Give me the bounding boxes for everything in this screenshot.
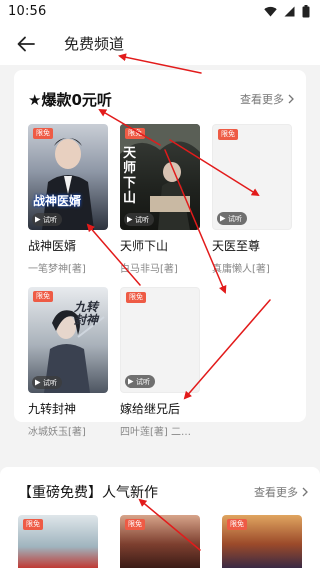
book-author: 真庸懒人[著]	[212, 264, 270, 275]
free-badge: 限免	[126, 292, 146, 303]
free-listen-section: ★爆款0元听 查看更多 限免 战神医婿 试听 战神医婿 一笔梦神[著] 限免 天…	[14, 70, 306, 438]
book-author: 白马非马[著]	[120, 264, 178, 275]
book-cover[interactable]: 限免	[18, 515, 98, 568]
book-cover[interactable]: 限免	[120, 515, 200, 568]
free-badge: 限免	[33, 291, 53, 302]
status-bar: 10:56	[0, 0, 320, 22]
play-icon	[127, 216, 133, 223]
listen-button[interactable]: 试听	[32, 376, 62, 389]
status-time: 10:56	[8, 3, 47, 19]
cover-title-text: 战神医婿	[33, 194, 82, 208]
cover-title-text: 天师下山	[123, 146, 137, 206]
book-item[interactable]: 限免 战神医婿 试听 战神医婿 一笔梦神[著]	[28, 124, 108, 275]
app-bar: 免费频道	[0, 22, 320, 65]
book-title: 天师下山	[120, 239, 169, 253]
page-title: 免费频道	[64, 35, 125, 53]
chevron-right-icon	[288, 94, 294, 104]
view-more-label: 查看更多	[254, 486, 298, 499]
cover-title-text: 九转封神	[74, 300, 99, 327]
view-more-label: 查看更多	[240, 93, 284, 106]
free-badge: 限免	[125, 128, 145, 139]
wifi-icon	[264, 6, 277, 17]
book-title: 九转封神	[28, 402, 77, 416]
popular-new-section: 【重磅免费】人气新作 查看更多 限免 限免 限免	[0, 467, 320, 568]
chevron-right-icon	[302, 487, 308, 497]
section-title: 【重磅免费】人气新作	[18, 485, 158, 501]
book-cover[interactable]: 限免 试听	[212, 124, 292, 230]
back-arrow-icon[interactable]	[14, 32, 38, 56]
book-cover[interactable]: 限免 天师下山 试听	[120, 124, 200, 230]
play-icon	[35, 216, 41, 223]
free-badge: 限免	[125, 519, 145, 530]
book-title: 天医至尊	[212, 239, 261, 253]
book-cover[interactable]: 限免 战神医婿 试听	[28, 124, 108, 230]
signal-icon	[284, 6, 295, 17]
book-item[interactable]: 限免 试听 嫁给继兄后 四叶莲[著] 二…	[120, 287, 200, 438]
play-icon	[220, 215, 226, 222]
book-author: 冰城妖玉[著]	[28, 427, 86, 438]
listen-label: 试听	[43, 215, 57, 224]
listen-button[interactable]: 试听	[125, 375, 155, 388]
listen-label: 试听	[43, 378, 57, 387]
free-badge: 限免	[33, 128, 53, 139]
listen-label: 试听	[136, 377, 150, 386]
listen-button[interactable]: 试听	[124, 213, 154, 226]
listen-button[interactable]: 试听	[32, 213, 62, 226]
listen-label: 试听	[135, 215, 149, 224]
listen-label: 试听	[228, 214, 242, 223]
section-title: ★爆款0元听	[28, 90, 112, 109]
view-more-link[interactable]: 查看更多	[240, 91, 294, 107]
book-title: 战神医婿	[28, 239, 77, 253]
play-icon	[128, 378, 134, 385]
listen-button[interactable]: 试听	[217, 212, 247, 225]
view-more-link[interactable]: 查看更多	[254, 484, 308, 500]
book-author: 四叶莲[著] 二…	[120, 427, 191, 438]
book-author: 一笔梦神[著]	[28, 264, 86, 275]
book-item[interactable]: 限免 九转封神 试听 九转封神 冰城妖玉[著]	[28, 287, 108, 438]
book-cover[interactable]: 限免 试听	[120, 287, 200, 393]
free-badge: 限免	[23, 519, 43, 530]
book-cover[interactable]: 限免 九转封神 试听	[28, 287, 108, 393]
play-icon	[35, 379, 41, 386]
free-badge: 限免	[227, 519, 247, 530]
book-title: 嫁给继兄后	[120, 402, 181, 416]
book-cover[interactable]: 限免	[222, 515, 302, 568]
free-badge: 限免	[218, 129, 238, 140]
battery-icon	[302, 4, 310, 18]
book-item[interactable]: 限免 天师下山 试听 天师下山 白马非马[著]	[120, 124, 200, 275]
book-item[interactable]: 限免 试听 天医至尊 真庸懒人[著]	[212, 124, 292, 275]
